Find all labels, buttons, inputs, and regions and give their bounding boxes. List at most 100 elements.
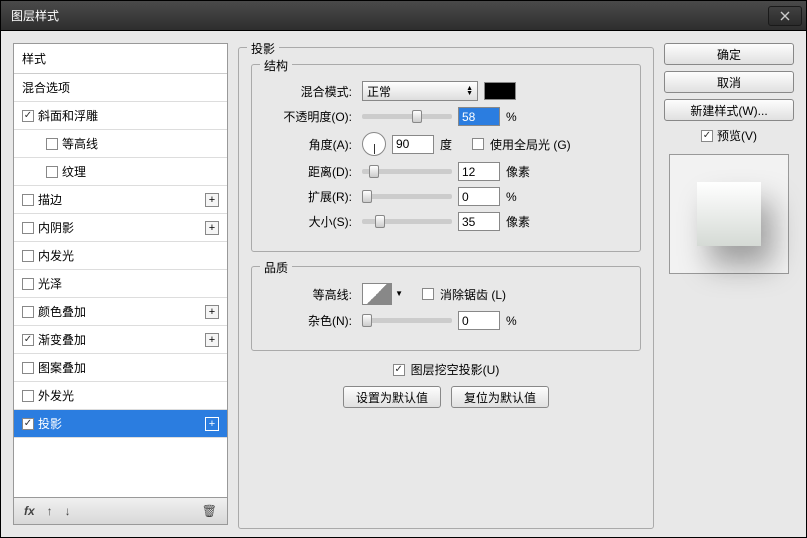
- list-item-drop-shadow[interactable]: 投影 +: [14, 410, 227, 438]
- item-label: 图案叠加: [38, 359, 86, 376]
- styles-header: 样式: [14, 44, 227, 74]
- dropdown-arrows-icon: ▲▼: [466, 86, 473, 96]
- item-label: 斜面和浮雕: [38, 107, 98, 124]
- distance-input[interactable]: [458, 162, 500, 181]
- opacity-slider[interactable]: [362, 114, 452, 119]
- trash-icon[interactable]: 🗑: [202, 504, 217, 518]
- contour-label: 等高线:: [264, 286, 352, 303]
- checkbox-icon[interactable]: [46, 138, 58, 150]
- noise-input[interactable]: [458, 311, 500, 330]
- opacity-label: 不透明度(O):: [264, 108, 352, 125]
- preview-label: 预览(V): [717, 127, 757, 144]
- size-slider[interactable]: [362, 219, 452, 224]
- fx-icon[interactable]: fx: [24, 504, 35, 518]
- move-down-icon[interactable]: ↓: [65, 504, 71, 518]
- blend-mode-dropdown[interactable]: 正常 ▲▼: [362, 81, 478, 101]
- checkbox-icon[interactable]: [22, 306, 34, 318]
- reset-default-button[interactable]: 复位为默认值: [451, 386, 549, 408]
- list-item-contour[interactable]: 等高线: [14, 130, 227, 158]
- list-item-outer-glow[interactable]: 外发光: [14, 382, 227, 410]
- spread-input[interactable]: [458, 187, 500, 206]
- angle-label: 角度(A):: [264, 136, 352, 153]
- contour-picker[interactable]: ▼: [362, 283, 392, 305]
- angle-input[interactable]: [392, 135, 434, 154]
- preview-checkbox[interactable]: [701, 130, 713, 142]
- opacity-input[interactable]: [458, 107, 500, 126]
- antialias-label: 消除锯齿 (L): [440, 286, 506, 303]
- move-up-icon[interactable]: ↑: [47, 504, 53, 518]
- main-fieldset: 投影 结构 混合模式: 正常 ▲▼ 不透明度(O):: [238, 47, 654, 529]
- angle-dial[interactable]: [362, 132, 386, 156]
- noise-row: 杂色(N): %: [264, 311, 628, 330]
- global-light-checkbox[interactable]: [472, 138, 484, 150]
- checkbox-icon[interactable]: [22, 250, 34, 262]
- noise-label: 杂色(N):: [264, 312, 352, 329]
- distance-slider[interactable]: [362, 169, 452, 174]
- add-effect-icon[interactable]: +: [205, 305, 219, 319]
- default-buttons-row: 设置为默认值 复位为默认值: [251, 386, 641, 408]
- checkbox-icon[interactable]: [22, 390, 34, 402]
- item-label: 投影: [38, 415, 62, 432]
- add-effect-icon[interactable]: +: [205, 193, 219, 207]
- layer-style-dialog: 图层样式 样式 混合选项 斜面和浮雕 等高线: [0, 0, 807, 538]
- size-input[interactable]: [458, 212, 500, 231]
- shadow-color-swatch[interactable]: [484, 82, 516, 100]
- list-item-inner-glow[interactable]: 内发光: [14, 242, 227, 270]
- checkbox-icon[interactable]: [22, 418, 34, 430]
- checkbox-icon[interactable]: [46, 166, 58, 178]
- item-label: 纹理: [62, 163, 86, 180]
- knockout-label: 图层挖空投影(U): [411, 361, 500, 378]
- distance-row: 距离(D): 像素: [264, 162, 628, 181]
- spread-row: 扩展(R): %: [264, 187, 628, 206]
- list-item-texture[interactable]: 纹理: [14, 158, 227, 186]
- noise-slider[interactable]: [362, 318, 452, 323]
- size-unit: 像素: [506, 213, 530, 230]
- opacity-row: 不透明度(O): %: [264, 107, 628, 126]
- quality-legend: 品质: [260, 259, 292, 276]
- knockout-checkbox[interactable]: [393, 364, 405, 376]
- opacity-unit: %: [506, 110, 517, 124]
- checkbox-icon[interactable]: [22, 362, 34, 374]
- add-effect-icon[interactable]: +: [205, 417, 219, 431]
- add-effect-icon[interactable]: +: [205, 221, 219, 235]
- cancel-button[interactable]: 取消: [664, 71, 794, 93]
- spread-unit: %: [506, 190, 517, 204]
- checkbox-icon[interactable]: [22, 278, 34, 290]
- checkbox-icon[interactable]: [22, 222, 34, 234]
- antialias-checkbox[interactable]: [422, 288, 434, 300]
- window-close-button[interactable]: [768, 6, 802, 26]
- structure-legend: 结构: [260, 57, 292, 74]
- list-item-satin[interactable]: 光泽: [14, 270, 227, 298]
- make-default-button[interactable]: 设置为默认值: [343, 386, 441, 408]
- angle-row: 角度(A): 度 使用全局光 (G): [264, 132, 628, 156]
- blend-mode-label: 混合模式:: [264, 83, 352, 100]
- list-item-inner-shadow[interactable]: 内阴影 +: [14, 214, 227, 242]
- checkbox-icon[interactable]: [22, 334, 34, 346]
- item-label: 混合选项: [22, 79, 70, 96]
- styles-panel: 样式 混合选项 斜面和浮雕 等高线 纹理 描边: [13, 43, 228, 525]
- item-label: 光泽: [38, 275, 62, 292]
- spread-slider[interactable]: [362, 194, 452, 199]
- list-item-gradient-overlay[interactable]: 渐变叠加 +: [14, 326, 227, 354]
- list-item-stroke[interactable]: 描边 +: [14, 186, 227, 214]
- list-item-blending-options[interactable]: 混合选项: [14, 74, 227, 102]
- blend-mode-row: 混合模式: 正常 ▲▼: [264, 81, 628, 101]
- item-label: 等高线: [62, 135, 98, 152]
- checkbox-icon[interactable]: [22, 110, 34, 122]
- item-label: 描边: [38, 191, 62, 208]
- item-label: 渐变叠加: [38, 331, 86, 348]
- titlebar[interactable]: 图层样式: [1, 1, 806, 31]
- styles-list: 样式 混合选项 斜面和浮雕 等高线 纹理 描边: [13, 43, 228, 497]
- list-item-pattern-overlay[interactable]: 图案叠加: [14, 354, 227, 382]
- add-effect-icon[interactable]: +: [205, 333, 219, 347]
- new-style-button[interactable]: 新建样式(W)...: [664, 99, 794, 121]
- angle-unit: 度: [440, 136, 452, 153]
- global-light-label: 使用全局光 (G): [490, 136, 571, 153]
- action-panel: 确定 取消 新建样式(W)... 预览(V): [664, 43, 794, 525]
- window-controls: [768, 6, 802, 26]
- checkbox-icon[interactable]: [22, 194, 34, 206]
- ok-button[interactable]: 确定: [664, 43, 794, 65]
- contour-row: 等高线: ▼ 消除锯齿 (L): [264, 283, 628, 305]
- list-item-bevel[interactable]: 斜面和浮雕: [14, 102, 227, 130]
- list-item-color-overlay[interactable]: 颜色叠加 +: [14, 298, 227, 326]
